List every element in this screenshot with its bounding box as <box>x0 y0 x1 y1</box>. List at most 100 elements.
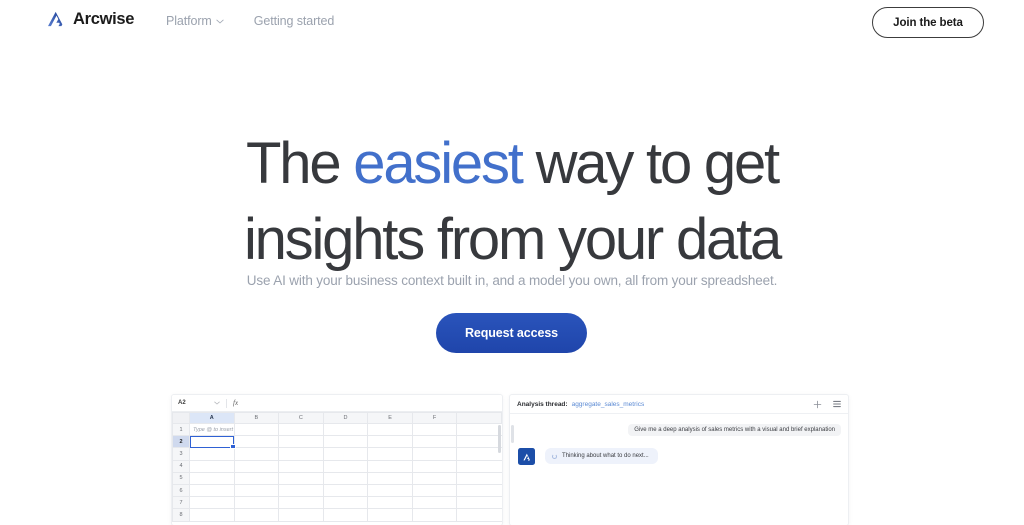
analysis-thread-actions <box>813 400 841 409</box>
cell-d6[interactable] <box>322 483 369 498</box>
cell-c5[interactable] <box>278 471 324 485</box>
cell-a1[interactable]: Type @ to insert <box>189 422 235 437</box>
row-header-2[interactable]: 2 <box>172 435 190 449</box>
row-header-5[interactable]: 5 <box>172 471 190 485</box>
cell-e1[interactable] <box>367 422 413 437</box>
cell-f6[interactable] <box>411 483 458 498</box>
cell-g2[interactable] <box>456 435 502 449</box>
chevron-down-icon[interactable] <box>214 401 220 405</box>
nav-link-platform[interactable]: Platform <box>166 14 224 28</box>
cell-d1[interactable] <box>322 422 369 437</box>
cell-c6[interactable] <box>278 483 324 498</box>
cell-a8[interactable] <box>189 508 235 522</box>
page-title: The easiest way to get insights from you… <box>0 126 1024 278</box>
cell-f4[interactable] <box>411 459 458 473</box>
cell-g4[interactable] <box>456 459 502 473</box>
column-header-b[interactable]: B <box>233 412 280 424</box>
cell-f3[interactable] <box>411 447 458 461</box>
row-header-4[interactable]: 4 <box>172 459 190 473</box>
cell-e7[interactable] <box>367 496 413 510</box>
cell-b8[interactable] <box>233 508 280 522</box>
cell-e6[interactable] <box>367 483 413 498</box>
loading-spinner-icon <box>552 453 557 459</box>
cell-e8[interactable] <box>367 508 413 522</box>
cell-d2[interactable] <box>322 435 369 449</box>
cell-g5[interactable] <box>456 471 502 485</box>
cell-g6[interactable] <box>456 483 502 498</box>
cell-g1[interactable] <box>456 422 502 437</box>
cell-c7[interactable] <box>278 496 324 510</box>
cell-a3[interactable] <box>189 447 235 461</box>
cell-a2-active[interactable] <box>189 435 236 451</box>
select-all-corner[interactable] <box>172 412 190 424</box>
analysis-thread-filename[interactable]: aggregate_sales_metrics <box>572 401 645 408</box>
top-navigation-bar: Arcwise Platform Getting started Join th… <box>0 0 1024 46</box>
column-header-e[interactable]: E <box>367 412 413 424</box>
cell-a4[interactable] <box>189 459 235 473</box>
cell-d5[interactable] <box>322 471 369 485</box>
fx-icon[interactable]: fx <box>233 399 238 407</box>
request-access-button[interactable]: Request access <box>436 313 587 353</box>
cell-b2[interactable] <box>233 435 280 449</box>
column-header-f[interactable]: F <box>411 412 458 424</box>
cell-b7[interactable] <box>233 496 280 510</box>
row-header-1[interactable]: 1 <box>172 422 190 437</box>
column-header-c[interactable]: C <box>278 412 324 424</box>
analysis-thread-panel: Analysis thread: aggregate_sales_metrics… <box>510 395 848 525</box>
cell-e2[interactable] <box>367 435 413 449</box>
join-the-beta-button[interactable]: Join the beta <box>872 7 984 38</box>
cell-f7[interactable] <box>411 496 458 510</box>
plus-icon[interactable] <box>813 400 822 409</box>
hero-subtitle: Use AI with your business context built … <box>246 273 778 288</box>
chevron-down-icon <box>216 19 224 24</box>
row-header-3[interactable]: 3 <box>172 447 190 461</box>
cell-d4[interactable] <box>322 459 369 473</box>
cell-f8[interactable] <box>411 508 458 522</box>
cell-c2[interactable] <box>278 435 324 449</box>
cell-f2[interactable] <box>411 435 458 449</box>
cell-e3[interactable] <box>367 447 413 461</box>
cell-g3[interactable] <box>456 447 502 461</box>
cell-d3[interactable] <box>322 447 369 461</box>
nav-link-getting-started-label: Getting started <box>253 14 335 28</box>
cell-b3[interactable] <box>233 447 280 461</box>
row-header-7[interactable]: 7 <box>172 496 190 510</box>
thread-scrollbar[interactable] <box>511 425 514 443</box>
analysis-thread-header: Analysis thread: aggregate_sales_metrics <box>510 395 848 414</box>
cell-c8[interactable] <box>278 508 324 522</box>
headline-part-1: The <box>246 131 354 196</box>
cell-c3[interactable] <box>278 447 324 461</box>
brand-name: Arcwise <box>73 9 135 28</box>
product-preview: A2 fx A B C D E F 1 Type @ to insert 2 3… <box>172 395 848 525</box>
cell-f1[interactable] <box>411 422 458 437</box>
cell-g7[interactable] <box>456 496 502 510</box>
spreadsheet-scrollbar[interactable] <box>498 425 501 453</box>
toolbar-divider <box>226 398 227 408</box>
column-header-partial[interactable] <box>456 412 502 424</box>
cell-reference-box[interactable]: A2 <box>178 400 208 406</box>
cell-f5[interactable] <box>411 471 458 485</box>
cell-b4[interactable] <box>233 459 280 473</box>
cell-e5[interactable] <box>367 471 413 485</box>
cell-a6[interactable] <box>189 483 235 498</box>
cell-b1[interactable] <box>233 422 280 437</box>
cell-e4[interactable] <box>367 459 413 473</box>
cell-g8[interactable] <box>456 508 502 522</box>
table-row: 3 <box>172 447 502 461</box>
arcwise-avatar-icon <box>522 453 530 461</box>
cell-c1[interactable] <box>278 422 324 437</box>
cell-b5[interactable] <box>233 471 280 485</box>
cell-c4[interactable] <box>278 459 324 473</box>
hamburger-menu-icon[interactable] <box>833 400 841 408</box>
column-header-d[interactable]: D <box>322 412 369 424</box>
row-header-6[interactable]: 6 <box>172 483 190 498</box>
cell-d8[interactable] <box>322 508 369 522</box>
brand-logo[interactable]: Arcwise <box>46 9 134 29</box>
column-header-a[interactable]: A <box>189 412 235 424</box>
cell-b6[interactable] <box>233 483 280 498</box>
cell-a5[interactable] <box>189 471 235 485</box>
nav-link-getting-started[interactable]: Getting started <box>254 14 335 28</box>
cell-a7[interactable] <box>189 496 235 510</box>
cell-d7[interactable] <box>322 496 369 510</box>
row-header-8[interactable]: 8 <box>172 508 190 522</box>
